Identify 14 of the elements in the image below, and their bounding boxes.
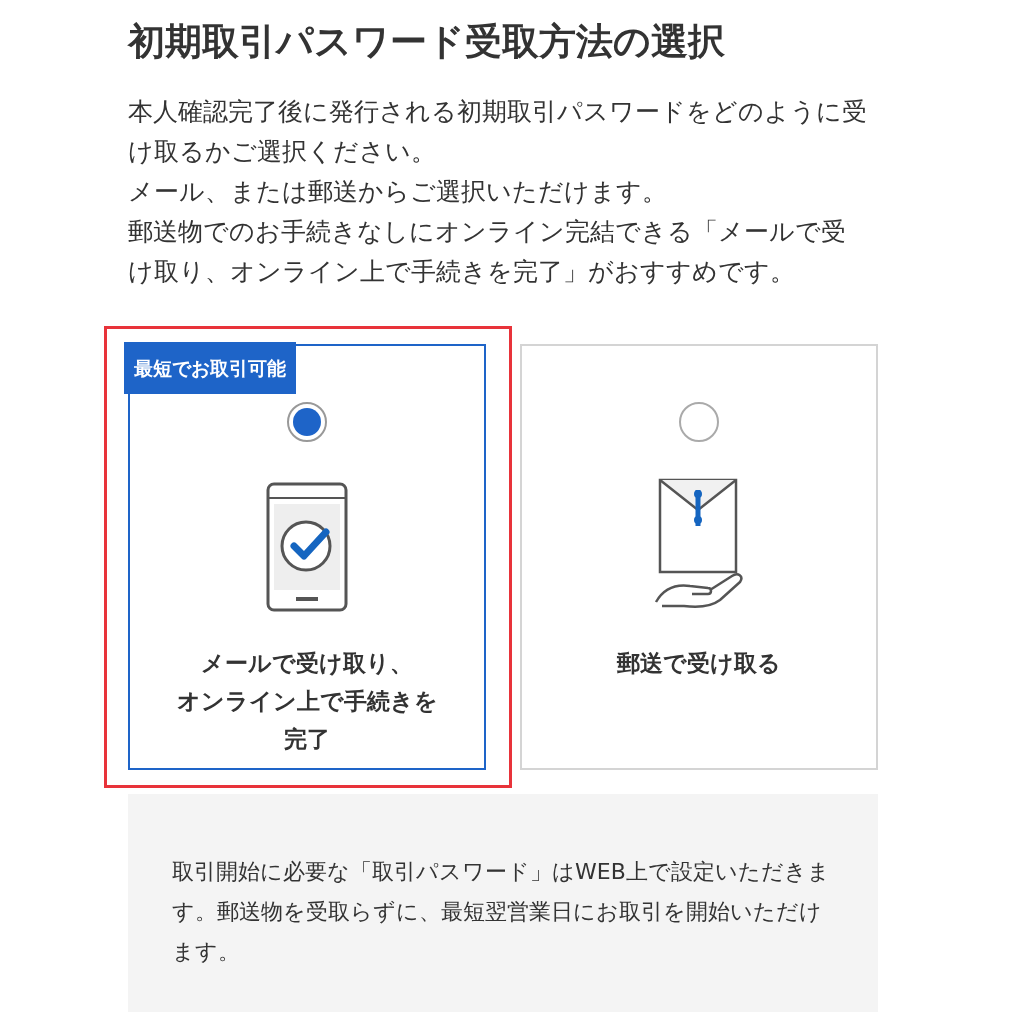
option-card[interactable]: 郵送で受け取る xyxy=(520,344,878,770)
intro-text: 本人確認完了後に発行される初期取引パスワードをどのように受け取るかご選択ください。 xyxy=(128,96,868,168)
badge: 最短でお取引可能 xyxy=(124,342,296,394)
info-text: 取引開始に必要な「取引パスワード」はWEB上で設定いただきます。郵送物を受取らずに、最短翌営業日にお取引を開始いただけます。 xyxy=(172,858,831,966)
intro-text: メール、または郵送からご選択いただけます。 xyxy=(128,176,668,208)
intro-text: 郵送物でのお手続きなしにオンライン完結できる「メールで受け取り、オンライン上で手続きを完了」がおすすめです。 xyxy=(128,216,847,288)
option-label: 郵送で受け取る xyxy=(617,649,781,678)
option-label: オンライン上で手続きを xyxy=(176,687,438,716)
radio-button[interactable] xyxy=(287,402,327,442)
radio-button[interactable] xyxy=(679,402,719,442)
phone-check-icon xyxy=(266,482,348,612)
page-title: 初期取引パスワード受取方法の選択 xyxy=(128,19,726,65)
option-label: 完了 xyxy=(284,725,330,754)
option-label: メールで受け取り、 xyxy=(201,649,413,678)
